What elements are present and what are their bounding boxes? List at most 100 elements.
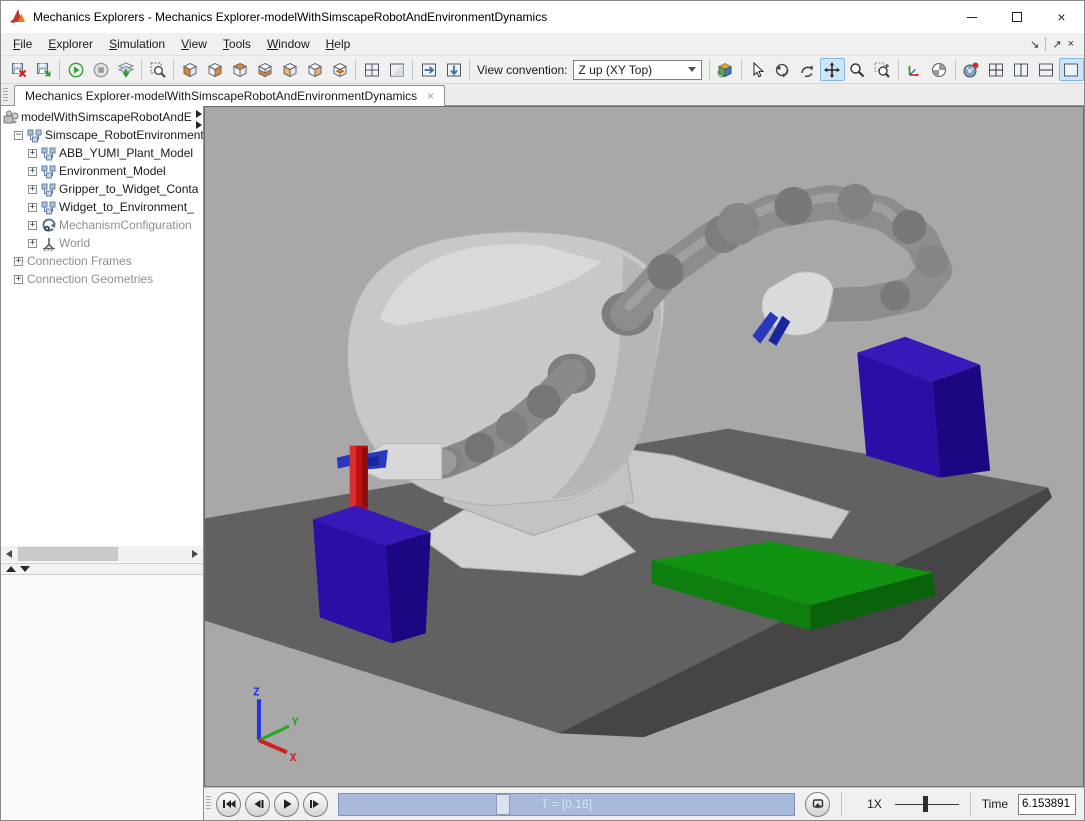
pane-forward-icon[interactable]: [416, 58, 441, 81]
scroll-left-icon[interactable]: [1, 546, 17, 562]
chevron-down-icon: [688, 67, 696, 72]
tree-item[interactable]: +Widget_to_Environment_: [1, 198, 203, 216]
zoom-region-icon[interactable]: [870, 58, 895, 81]
tab-mechanics-explorer[interactable]: Mechanics Explorer-modelWithSimscapeRobo…: [14, 85, 445, 106]
scrollbar-thumb[interactable]: [18, 547, 118, 561]
select-cursor-icon[interactable]: [745, 58, 770, 81]
subsystem-icon: [41, 164, 56, 179]
layout-hsplit-icon[interactable]: [1034, 58, 1059, 81]
collapse-expander-icon[interactable]: −: [14, 131, 23, 140]
view-cube-back-icon[interactable]: [202, 58, 227, 81]
apply-view-icon[interactable]: [713, 58, 738, 81]
pane-grid-icon[interactable]: [359, 58, 384, 81]
menu-help[interactable]: Help: [318, 34, 359, 54]
expand-expander-icon[interactable]: +: [28, 221, 37, 230]
close-button[interactable]: ×: [1039, 1, 1084, 33]
close-document-icon[interactable]: ×: [1068, 38, 1074, 50]
tree-item[interactable]: modelWithSimscapeRobotAndE: [1, 108, 203, 126]
expand-expander-icon[interactable]: +: [28, 149, 37, 158]
tree-item[interactable]: +Gripper_to_Widget_Conta: [1, 180, 203, 198]
view-cube-bottom-icon[interactable]: [252, 58, 277, 81]
pan-icon[interactable]: [820, 58, 845, 81]
minimize-button[interactable]: [949, 1, 994, 33]
time-slider-thumb[interactable]: [496, 794, 510, 815]
layout-single-icon[interactable]: [1059, 58, 1084, 81]
tree-item[interactable]: +Connection Frames: [1, 252, 203, 270]
3d-viewport[interactable]: Z Y X: [204, 106, 1084, 787]
mechanics-explorer-window: Mechanics Explorers - Mechanics Explorer…: [0, 0, 1085, 821]
menu-tools[interactable]: Tools: [215, 34, 259, 54]
roll-icon[interactable]: [795, 58, 820, 81]
save-discard-icon[interactable]: [6, 58, 31, 81]
tree-horizontal-scrollbar[interactable]: [1, 546, 203, 562]
model-tree: modelWithSimscapeRobotAndE−Simscape_Robo…: [1, 108, 203, 546]
expand-expander-icon[interactable]: +: [28, 203, 37, 212]
orbit-icon[interactable]: [770, 58, 795, 81]
menu-simulation[interactable]: Simulation: [101, 34, 173, 54]
play-icon[interactable]: [63, 58, 88, 81]
expand-expander-icon[interactable]: +: [28, 167, 37, 176]
view-cube-left-icon[interactable]: [277, 58, 302, 81]
stop-icon[interactable]: [88, 58, 113, 81]
menu-file[interactable]: File: [5, 34, 40, 54]
speed-slider[interactable]: [895, 796, 959, 812]
expand-expander-icon[interactable]: +: [28, 239, 37, 248]
tree-item[interactable]: +ABB_YUMI_Plant_Model: [1, 144, 203, 162]
panel-collapse-arrows[interactable]: [196, 110, 202, 129]
zoom-fit-icon[interactable]: [145, 58, 170, 81]
view-cube-front-icon[interactable]: [177, 58, 202, 81]
splitter-down-icon[interactable]: [20, 566, 30, 572]
view-cube-isometric-icon[interactable]: [327, 58, 352, 81]
tree-item[interactable]: +World: [1, 234, 203, 252]
export-frames-icon[interactable]: [113, 58, 138, 81]
splitter-up-icon[interactable]: [6, 566, 16, 572]
layout-grid-icon[interactable]: [984, 58, 1009, 81]
expand-expander-icon[interactable]: +: [28, 185, 37, 194]
time-input[interactable]: [1018, 794, 1076, 815]
frame-axes-icon[interactable]: [902, 58, 927, 81]
world-frame-icon: [41, 236, 56, 251]
time-range-label: T = [0,16]: [339, 797, 794, 811]
step-back-button[interactable]: [245, 792, 270, 817]
zoom-icon[interactable]: [845, 58, 870, 81]
tree-item[interactable]: +Connection Geometries: [1, 270, 203, 288]
scroll-right-icon[interactable]: [187, 546, 203, 562]
layout-vsplit-icon[interactable]: [1009, 58, 1034, 81]
expand-expander-icon[interactable]: +: [14, 257, 23, 266]
main-toolbar: View convention:Z up (XY Top): [1, 56, 1084, 84]
speed-slider-thumb[interactable]: [923, 796, 928, 812]
com-sphere-icon[interactable]: [927, 58, 952, 81]
tab-bar: Mechanics Explorer-modelWithSimscapeRobo…: [1, 84, 1084, 106]
tab-label: Mechanics Explorer-modelWithSimscapeRobo…: [25, 89, 417, 103]
panel-splitter[interactable]: [1, 563, 203, 575]
view-cube-right-icon[interactable]: [302, 58, 327, 81]
go-to-start-button[interactable]: [216, 792, 241, 817]
tree-item[interactable]: +Environment_Model: [1, 162, 203, 180]
separator: [469, 60, 470, 80]
view-convention-select[interactable]: Z up (XY Top): [573, 60, 702, 80]
save-export-icon[interactable]: [31, 58, 56, 81]
time-slider[interactable]: T = [0,16]: [338, 793, 795, 816]
view-cube-top-icon[interactable]: [227, 58, 252, 81]
dock-arrow-icon[interactable]: ↘: [1030, 38, 1039, 51]
tab-close-icon[interactable]: ×: [427, 90, 434, 102]
pane-single-icon[interactable]: [384, 58, 409, 81]
widget-geometry[interactable]: [350, 446, 368, 510]
loop-button[interactable]: [805, 792, 830, 817]
undock-arrow-icon[interactable]: ↗: [1052, 38, 1061, 51]
menu-view[interactable]: View: [173, 34, 215, 54]
pane-down-icon[interactable]: [441, 58, 466, 81]
collapse-arrow-icon[interactable]: [196, 110, 202, 118]
tree-item[interactable]: +MechanismConfiguration: [1, 216, 203, 234]
menu-explorer[interactable]: Explorer: [40, 34, 101, 54]
maximize-button[interactable]: [994, 1, 1039, 33]
play-button[interactable]: [274, 792, 299, 817]
step-forward-button[interactable]: [303, 792, 328, 817]
tree-item[interactable]: −Simscape_RobotEnvironment: [1, 126, 203, 144]
playback-grip-handle[interactable]: [206, 796, 211, 810]
collapse-arrow-icon[interactable]: [196, 121, 202, 129]
tab-grip-handle[interactable]: [3, 88, 8, 102]
video-export-icon[interactable]: [959, 58, 984, 81]
menu-window[interactable]: Window: [259, 34, 318, 54]
expand-expander-icon[interactable]: +: [14, 275, 23, 284]
